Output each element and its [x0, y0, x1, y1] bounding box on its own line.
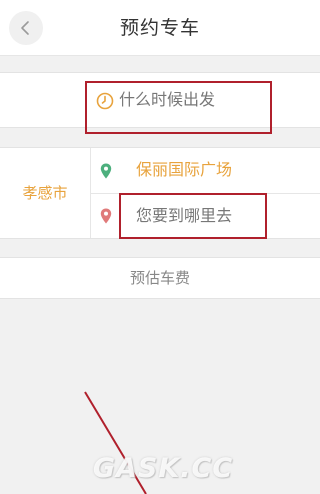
watermark-logo: GASK.CC: [92, 453, 234, 484]
annotation-arrow-line: [84, 391, 147, 494]
